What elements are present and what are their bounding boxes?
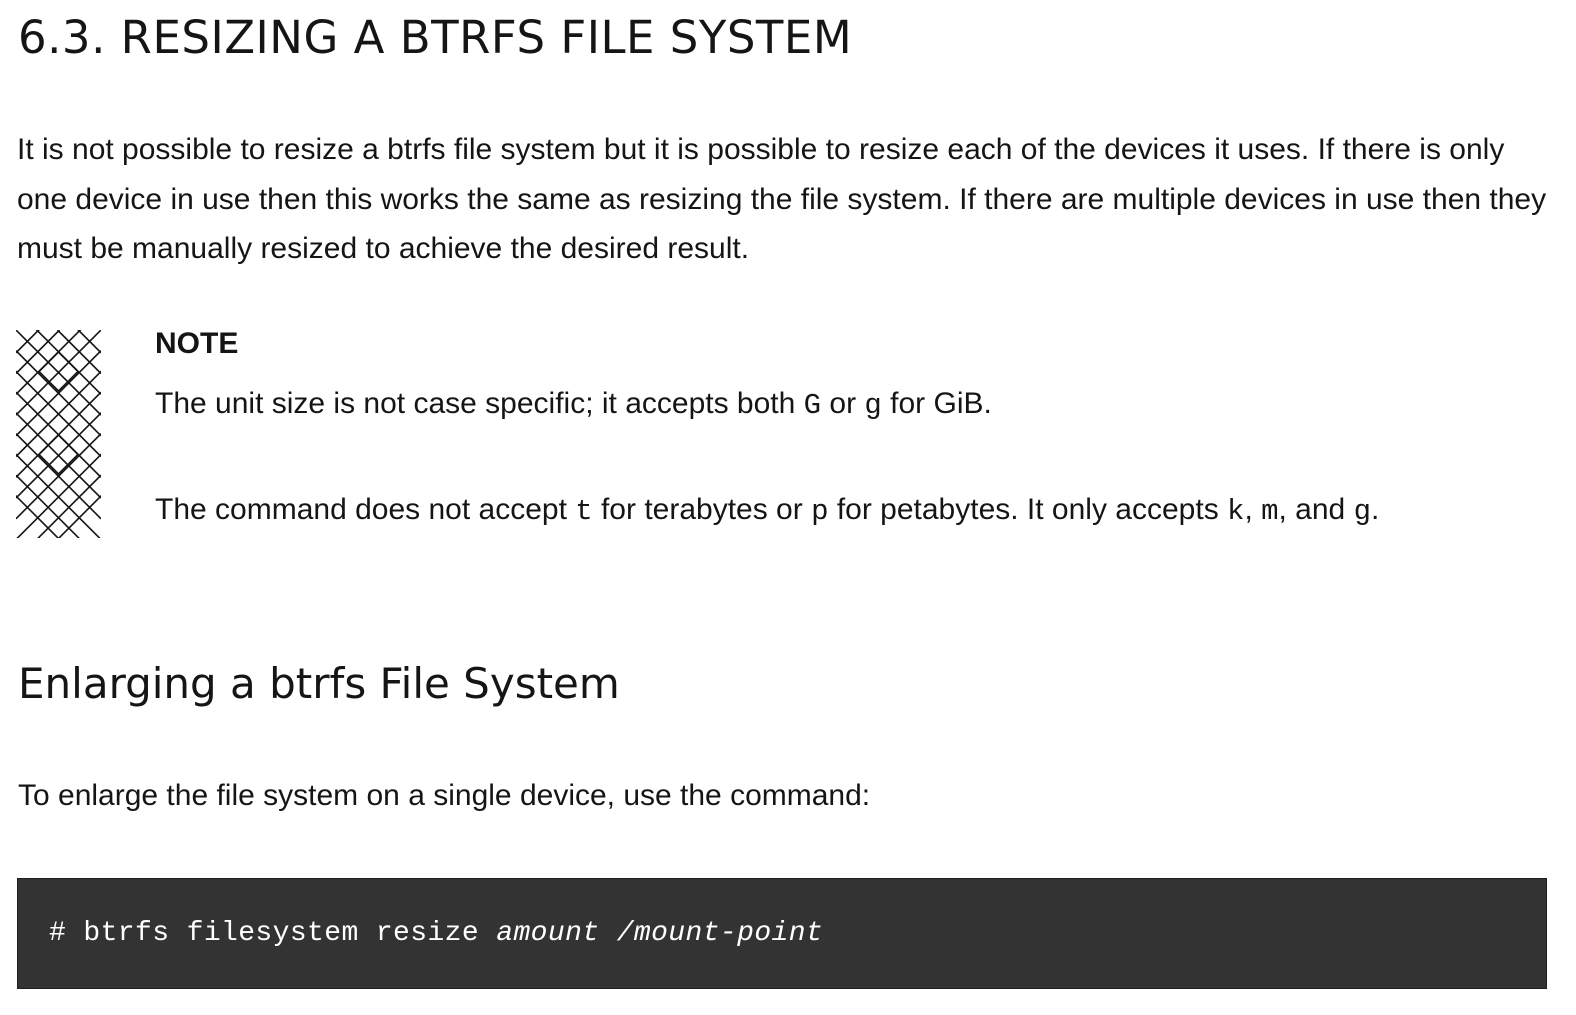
note-text: , and xyxy=(1278,493,1354,526)
command-block[interactable]: # btrfs filesystem resize amount /mount-… xyxy=(17,878,1547,989)
note-text: for petabytes. It only accepts xyxy=(828,493,1228,526)
lead-paragraph: To enlarge the file system on a single d… xyxy=(18,779,871,812)
command-separator xyxy=(600,918,617,949)
note-title: NOTE xyxy=(155,327,239,360)
document-page: 6.3. RESIZING A BTRFS FILE SYSTEM It is … xyxy=(0,0,1576,1015)
note-paragraph-unit-size: The unit size is not case specific; it a… xyxy=(155,384,992,426)
inline-code: t xyxy=(575,495,593,528)
note-text: or xyxy=(821,387,865,420)
note-text: . xyxy=(1370,493,1380,526)
note-pattern-icon xyxy=(16,330,101,538)
note-text: for GiB. xyxy=(881,387,992,420)
inline-code: G xyxy=(803,389,822,422)
inline-code: g xyxy=(864,389,882,422)
command-line: # btrfs filesystem resize amount /mount-… xyxy=(49,914,823,954)
inline-code: g xyxy=(1353,495,1371,528)
note-paragraph-accepted-units: The command does not accept t for teraby… xyxy=(155,490,1379,532)
subsection-title: Enlarging a btrfs File System xyxy=(18,659,620,708)
note-text: The unit size is not case specific; it a… xyxy=(155,387,804,420)
inline-code: m xyxy=(1261,495,1279,528)
section-title: 6.3. RESIZING A BTRFS FILE SYSTEM xyxy=(18,11,853,64)
inline-code: p xyxy=(811,495,829,528)
note-text: The command does not accept xyxy=(155,493,576,526)
inline-code: k xyxy=(1227,495,1245,528)
note-text: for terabytes or xyxy=(592,493,812,526)
command-arg-mount-point: /mount-point xyxy=(616,918,824,949)
intro-paragraph: It is not possible to resize a btrfs fil… xyxy=(17,133,1547,265)
note-text: , xyxy=(1244,493,1262,526)
command-arg-amount: amount xyxy=(496,918,600,949)
command-prefix: # btrfs filesystem resize xyxy=(49,918,497,949)
